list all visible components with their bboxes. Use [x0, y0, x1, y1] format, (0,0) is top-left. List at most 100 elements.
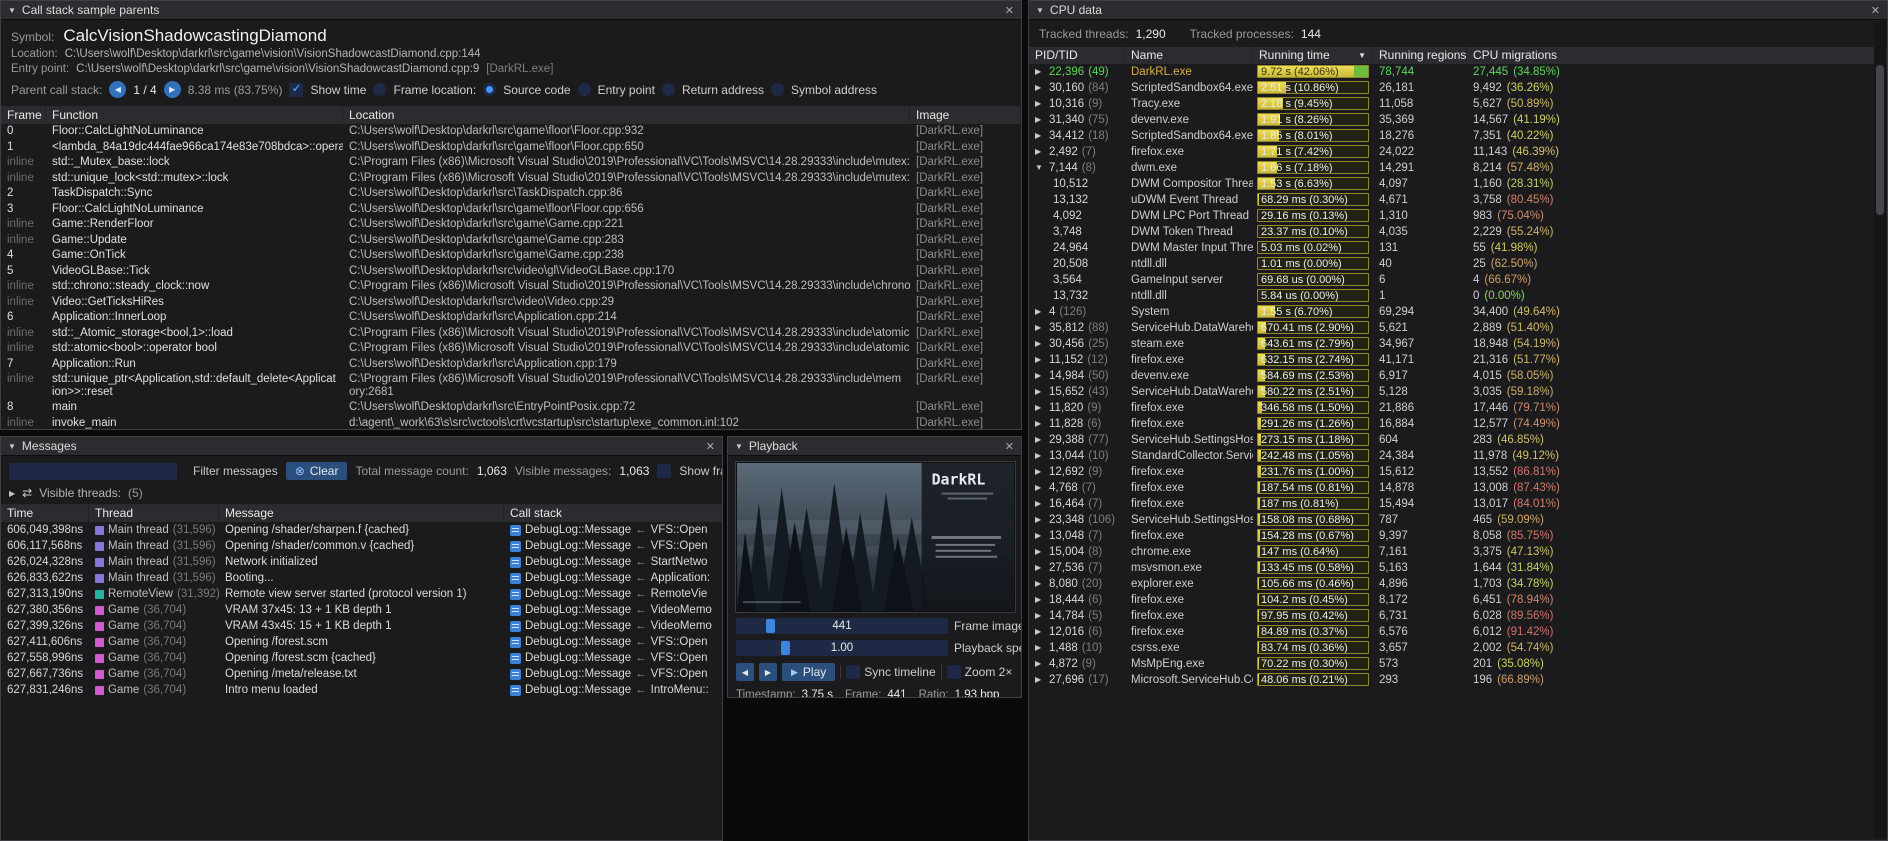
cpu-scrollbar[interactable] — [1874, 21, 1886, 838]
message-row[interactable]: 627,558,996nsGame(36,704)Opening /forest… — [1, 650, 722, 666]
cpu-row[interactable]: ▶22,396(49)DarkRL.exe9.72 s (42.06%)78,7… — [1029, 64, 1887, 80]
message-row[interactable]: 606,049,398nsMain thread(31,596)Opening … — [1, 522, 722, 538]
message-row[interactable]: 606,117,568nsMain thread(31,596)Opening … — [1, 538, 722, 554]
message-row[interactable]: 626,833,622nsMain thread(31,596)Booting.… — [1, 570, 722, 586]
playback-speed-slider[interactable]: 1.00 — [736, 640, 948, 656]
cpu-row[interactable]: ▶29,388(77)ServiceHub.SettingsHost273.15… — [1029, 432, 1887, 448]
expand-threads-icon[interactable]: ▶ — [9, 489, 15, 498]
callstack-row[interactable]: inlinestd::_Atomic_storage<bool,1>::load… — [1, 326, 1021, 342]
cpu-row[interactable]: ▶14,784(5)firefox.exe97.95 ms (0.42%)6,7… — [1029, 608, 1887, 624]
expand-icon[interactable]: ▶ — [1035, 112, 1045, 128]
expand-icon[interactable]: ▶ — [1035, 384, 1045, 400]
cpu-row[interactable]: ▼7,144(8)dwm.exe1.66 s (7.18%)14,2918,21… — [1029, 160, 1887, 176]
cpu-row[interactable]: ▶27,696(17)Microsoft.ServiceHub.Co48.06 … — [1029, 672, 1887, 688]
callstack-icon[interactable] — [510, 541, 521, 552]
zoom-2x-checkbox[interactable] — [947, 665, 961, 679]
collapse-icon[interactable]: ▼ — [1036, 6, 1044, 15]
close-icon[interactable]: ✕ — [1871, 4, 1880, 17]
cpu-row[interactable]: ▶11,828(6)firefox.exe291.26 ms (1.26%)16… — [1029, 416, 1887, 432]
expand-icon[interactable]: ▶ — [1035, 560, 1045, 576]
col-name[interactable]: Name — [1125, 47, 1253, 64]
cpu-row[interactable]: ▶8,080(20)explorer.exe105.66 ms (0.46%)4… — [1029, 576, 1887, 592]
callstack-row[interactable]: 6Application::InnerLoopC:\Users\wolf\Des… — [1, 310, 1021, 326]
expand-icon[interactable]: ▶ — [1035, 480, 1045, 496]
expand-icon[interactable]: ▶ — [1035, 320, 1045, 336]
callstack-row[interactable]: inlinestd::unique_ptr<Application,std::d… — [1, 372, 1021, 400]
cpu-row[interactable]: 13,132uDWM Event Thread68.29 ms (0.30%)4… — [1029, 192, 1887, 208]
callstack-row[interactable]: 3Floor::CalcLightNoLuminanceC:\Users\wol… — [1, 202, 1021, 218]
expand-icon[interactable]: ▶ — [1035, 496, 1045, 512]
callstack-row[interactable]: inlinestd::chrono::steady_clock::nowC:\P… — [1, 279, 1021, 295]
collapse-icon[interactable]: ▼ — [1035, 160, 1045, 176]
message-row[interactable]: 627,380,356nsGame(36,704)VRAM 37x45: 13 … — [1, 602, 722, 618]
callstack-row[interactable]: 5VideoGLBase::TickC:\Users\wolf\Desktop\… — [1, 264, 1021, 280]
frame-image-slider[interactable]: 441 — [736, 618, 948, 634]
expand-icon[interactable]: ▶ — [1035, 432, 1045, 448]
cpu-scrollbar-thumb[interactable] — [1876, 65, 1884, 215]
cpu-row[interactable]: ▶12,016(6)firefox.exe84.89 ms (0.37%)6,5… — [1029, 624, 1887, 640]
message-row[interactable]: 627,399,326nsGame(36,704)VRAM 43x45: 15 … — [1, 618, 722, 634]
col-running-time[interactable]: Running time▼ — [1253, 47, 1373, 64]
callstack-icon[interactable] — [510, 573, 521, 584]
expand-icon[interactable]: ▶ — [1035, 304, 1045, 320]
cpu-row[interactable]: ▶11,820(9)firefox.exe346.58 ms (1.50%)21… — [1029, 400, 1887, 416]
callstack-row[interactable]: 8mainC:\Users\wolf\Desktop\darkrl\src\En… — [1, 400, 1021, 416]
collapse-icon[interactable]: ▼ — [735, 442, 743, 451]
step-back-button[interactable]: ◀ — [736, 663, 754, 681]
cpu-row[interactable]: ▶4,768(7)firefox.exe187.54 ms (0.81%)14,… — [1029, 480, 1887, 496]
show-time-checkbox[interactable]: ✓ — [289, 83, 303, 97]
callstack-row[interactable]: inlinestd::atomic<bool>::operator boolC:… — [1, 341, 1021, 357]
cpu-row[interactable]: 4,092DWM LPC Port Thread29.16 ms (0.13%)… — [1029, 208, 1887, 224]
step-forward-button[interactable]: ▶ — [759, 663, 777, 681]
callstack-row[interactable]: 2TaskDispatch::SyncC:\Users\wolf\Desktop… — [1, 186, 1021, 202]
collapse-icon[interactable]: ▼ — [8, 6, 16, 15]
messages-titlebar[interactable]: ▼ Messages ✕ — [1, 437, 722, 456]
cpu-row[interactable]: ▶31,340(75)devenv.exe1.91 s (8.26%)35,36… — [1029, 112, 1887, 128]
radio-symbol-address[interactable] — [771, 83, 784, 96]
message-row[interactable]: 627,831,246nsGame(36,704)Intro menu load… — [1, 682, 722, 698]
cpu-row[interactable]: ▶18,444(6)firefox.exe104.2 ms (0.45%)8,1… — [1029, 592, 1887, 608]
expand-icon[interactable]: ▶ — [1035, 576, 1045, 592]
cpu-row[interactable]: ▶35,812(88)ServiceHub.DataWarehou670.41 … — [1029, 320, 1887, 336]
cpu-row[interactable]: ▶10,316(9)Tracy.exe2.18 s (9.45%)11,0585… — [1029, 96, 1887, 112]
cpu-row[interactable]: ▶4(126)System1.55 s (6.70%)69,29434,400(… — [1029, 304, 1887, 320]
callstack-titlebar[interactable]: ▼ Call stack sample parents ✕ — [1, 1, 1021, 20]
expand-icon[interactable]: ▶ — [1035, 512, 1045, 528]
expand-icon[interactable]: ▶ — [1035, 96, 1045, 112]
expand-icon[interactable]: ▶ — [1035, 400, 1045, 416]
expand-icon[interactable]: ▶ — [1035, 448, 1045, 464]
cpu-row[interactable]: ▶15,004(8)chrome.exe147 ms (0.64%)7,1613… — [1029, 544, 1887, 560]
expand-icon[interactable]: ▶ — [1035, 672, 1045, 688]
cpu-row[interactable]: ▶23,348(106)ServiceHub.SettingsHost158.0… — [1029, 512, 1887, 528]
col-running-regions[interactable]: Running regions — [1373, 47, 1467, 64]
expand-icon[interactable]: ▶ — [1035, 528, 1045, 544]
cpu-row[interactable]: 3,564GameInput server69.68 us (0.00%)64(… — [1029, 272, 1887, 288]
expand-icon[interactable]: ▶ — [1035, 656, 1045, 672]
collapse-icon[interactable]: ▼ — [8, 442, 16, 451]
prev-parent-button[interactable]: ◀ — [109, 81, 126, 98]
cpu-row[interactable]: ▶14,984(50)devenv.exe584.69 ms (2.53%)6,… — [1029, 368, 1887, 384]
radio-entry-point[interactable] — [578, 83, 591, 96]
callstack-row[interactable]: 4Game::OnTickC:\Users\wolf\Desktop\darkr… — [1, 248, 1021, 264]
close-icon[interactable]: ✕ — [1005, 4, 1014, 17]
cpu-row[interactable]: ▶16,464(7)firefox.exe187 ms (0.81%)15,49… — [1029, 496, 1887, 512]
callstack-row[interactable]: inlineinvoke_maind:\agent\_work\63\s\src… — [1, 416, 1021, 431]
callstack-row[interactable]: inlinestd::unique_lock<std::mutex>::lock… — [1, 171, 1021, 187]
callstack-icon[interactable] — [510, 669, 521, 680]
message-row[interactable]: 626,024,328nsMain thread(31,596)Network … — [1, 554, 722, 570]
next-parent-button[interactable]: ▶ — [164, 81, 181, 98]
callstack-row[interactable]: inlineGame::RenderFloorC:\Users\wolf\Des… — [1, 217, 1021, 233]
cpu-row[interactable]: ▶13,048(7)firefox.exe154.28 ms (0.67%)9,… — [1029, 528, 1887, 544]
callstack-icon[interactable] — [510, 557, 521, 568]
play-button[interactable]: ▶Play — [782, 663, 835, 681]
expand-icon[interactable]: ▶ — [1035, 416, 1045, 432]
callstack-row[interactable]: inlinestd::_Mutex_base::lockC:\Program F… — [1, 155, 1021, 171]
cpu-row[interactable]: ▶15,652(43)ServiceHub.DataWarehou580.22 … — [1029, 384, 1887, 400]
show-frame-checkbox[interactable] — [657, 464, 671, 478]
radio-return-address[interactable] — [662, 83, 675, 96]
expand-icon[interactable]: ▶ — [1035, 80, 1045, 96]
expand-icon[interactable]: ▶ — [1035, 368, 1045, 384]
expand-icon[interactable]: ▶ — [1035, 352, 1045, 368]
sync-timeline-checkbox[interactable] — [846, 665, 860, 679]
callstack-icon[interactable] — [510, 685, 521, 696]
